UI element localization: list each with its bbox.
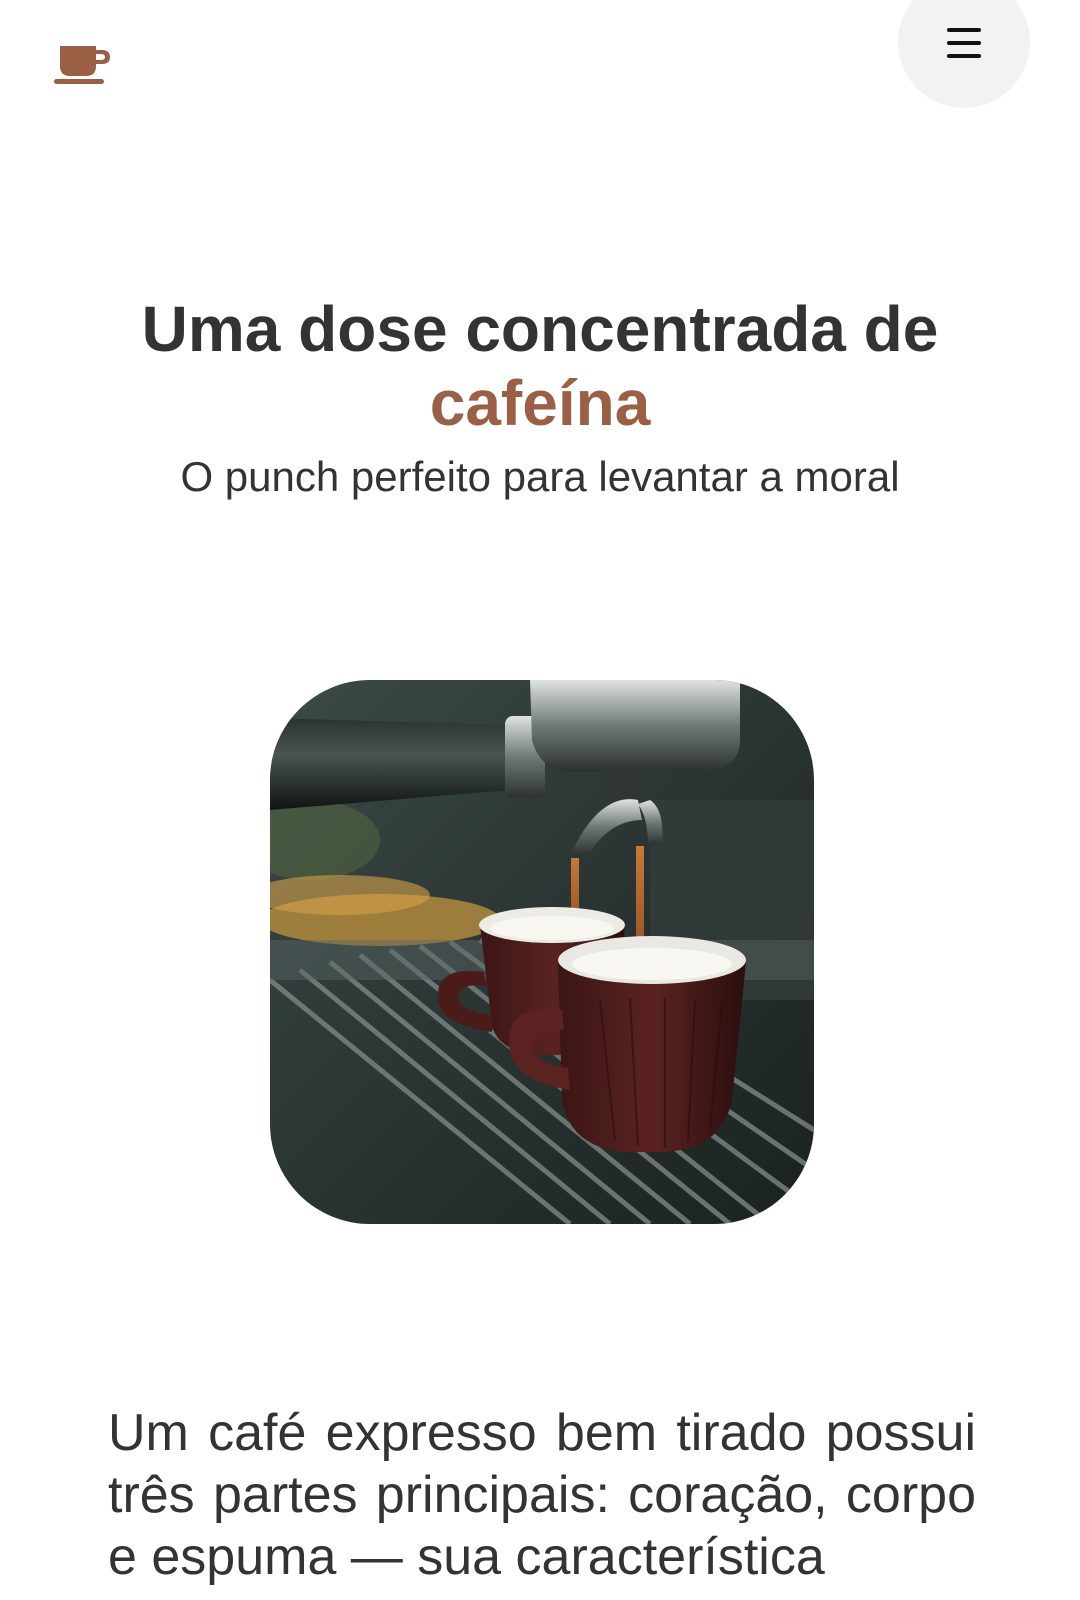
- hamburger-menu-icon: [947, 28, 981, 58]
- hero-title: Uma dose concentrada de cafeína: [0, 292, 1080, 440]
- coffee-cup-icon[interactable]: [54, 44, 112, 86]
- espresso-machine-image: [270, 680, 814, 1224]
- intro-paragraph: Um café expresso bem tirado possui três …: [108, 1404, 976, 1586]
- menu-button[interactable]: [898, 0, 1030, 108]
- hero-title-line: Uma dose concentrada de: [141, 293, 939, 365]
- hero-title-accent: cafeína: [429, 367, 651, 439]
- landing-page: Uma dose concentrada de cafeína O punch …: [0, 0, 1080, 1600]
- hero-subtitle: O punch perfeito para levantar a moral: [180, 453, 900, 500]
